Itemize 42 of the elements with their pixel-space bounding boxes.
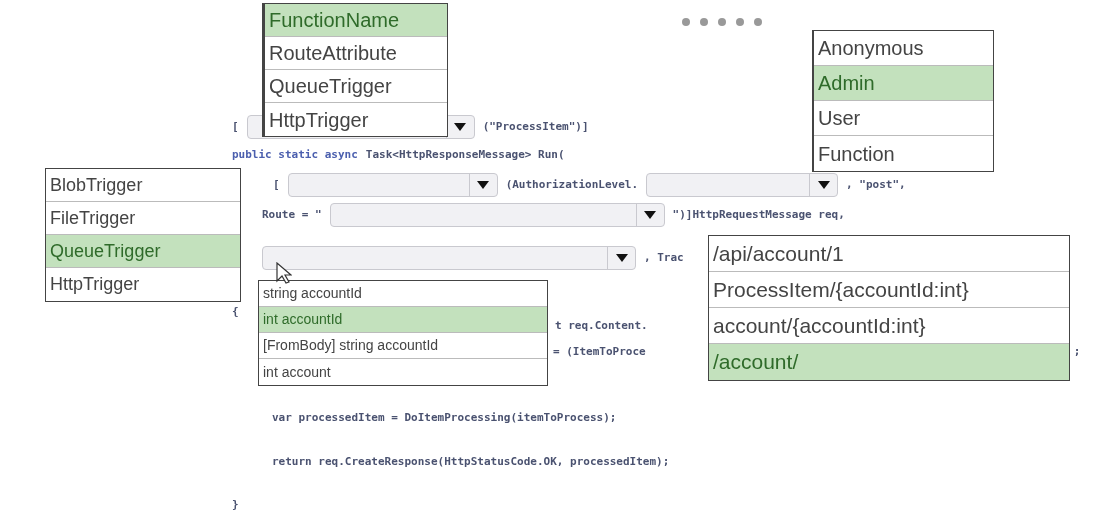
code-text: return req.CreateResponse(HttpStatusCode.OK, processedItem); [272,453,670,470]
caret-icon [454,123,467,131]
code-text: , Trac [644,249,684,266]
answer-option[interactable]: FunctionName [265,4,447,37]
answer-option[interactable]: /api/account/1 [709,236,1069,272]
answer-option[interactable]: Function [814,136,993,171]
caret-icon [615,254,628,262]
caret-icon [817,181,830,189]
dropdown-field[interactable] [262,246,636,270]
answer-option[interactable]: int accountId [259,307,547,333]
answer-option[interactable]: User [814,101,993,136]
answer-option[interactable]: int account [259,359,547,385]
answer-option[interactable]: RouteAttribute [265,37,447,70]
code-text: [ [232,118,239,135]
answer-option[interactable]: HttpTrigger [265,103,447,136]
answer-option[interactable]: HttpTrigger [46,268,240,301]
answer-option[interactable]: BlobTrigger [46,169,240,202]
code-text: { [232,303,239,320]
dropdown-field[interactable] [329,203,665,227]
answer-option[interactable]: QueueTrigger [265,70,447,103]
answer-option[interactable]: ProcessItem/{accountId:int} [709,272,1069,308]
code-text: Route = " [262,206,322,223]
code-text: ; [1073,343,1081,360]
code-text: (AuthorizationLevel. [505,176,639,193]
code-text: = (ItemToProce [553,343,646,360]
code-text: t req.Content. [555,317,648,334]
code-text: ")]HttpRequestMessage req, [672,206,845,223]
caret-icon [477,181,490,189]
code-text: [ [273,176,280,193]
code-text: , "post", [846,176,906,193]
code-text: public static async [232,146,358,163]
caret-icon [644,211,657,219]
code-text: } [232,496,239,513]
code-text: ("ProcessItem")] [482,118,589,135]
code-text: Task<HttpResponseMessage> Run( [365,146,565,163]
answer-option[interactable]: Admin [814,66,993,101]
answer-option[interactable]: [FromBody] string accountId [259,333,547,359]
code-text: var processedItem = DoItemProcessing(itemToProcess); [272,409,617,426]
answer-option[interactable]: /account/ [709,344,1069,380]
dropdown-field[interactable] [287,173,498,197]
answer-option[interactable]: QueueTrigger [46,235,240,268]
dropdown-field[interactable] [646,173,839,197]
